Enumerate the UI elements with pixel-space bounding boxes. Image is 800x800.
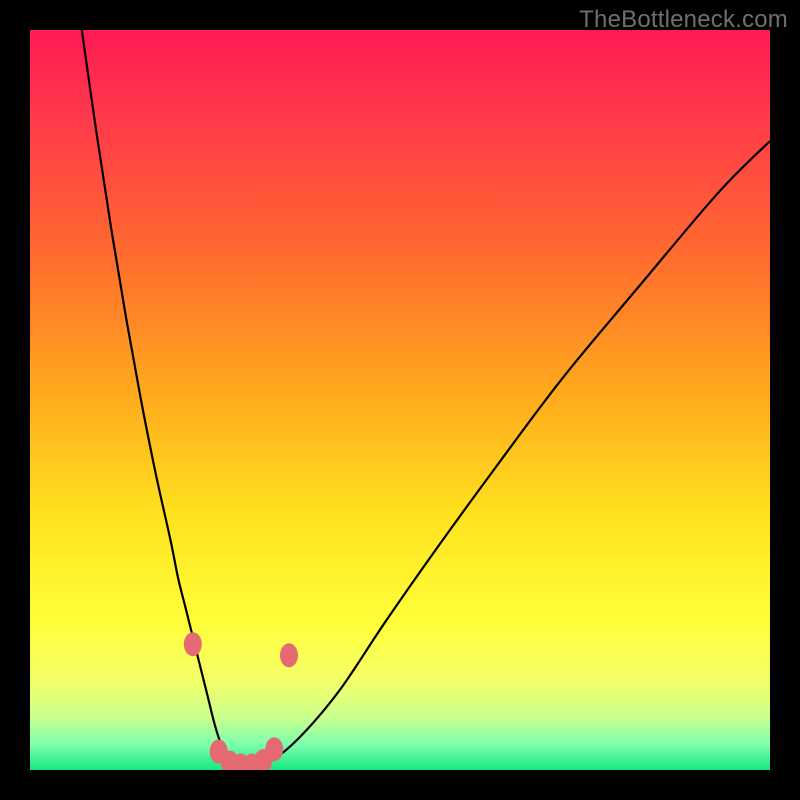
plot-area [30,30,770,770]
chart-frame: TheBottleneck.com [0,0,800,800]
curve-marker [265,737,283,761]
watermark-text: TheBottleneck.com [579,6,788,34]
chart-svg [30,30,770,770]
curve-marker [184,632,202,656]
curve-marker [280,643,298,667]
